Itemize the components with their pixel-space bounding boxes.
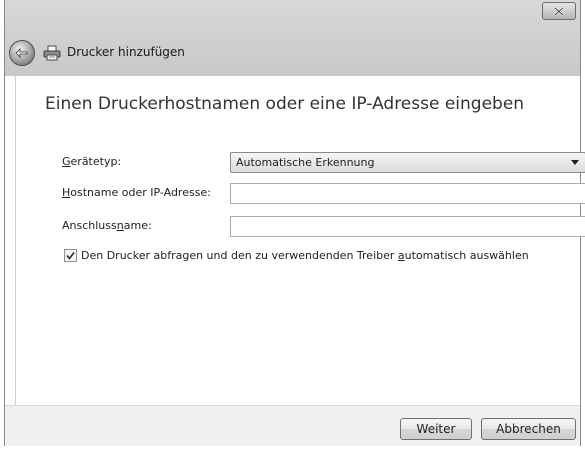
port-name-label-text: ame: bbox=[123, 219, 152, 232]
device-type-label-text: erätetyp: bbox=[70, 155, 122, 168]
back-arrow-icon bbox=[15, 48, 28, 58]
button-bar: Weiter Abbrechen bbox=[5, 405, 580, 446]
add-printer-dialog: Drucker hinzufügen Einen Druckerhostname… bbox=[4, 0, 585, 446]
close-icon bbox=[554, 6, 564, 16]
port-name-input[interactable] bbox=[230, 216, 585, 237]
checkmark-icon bbox=[66, 252, 75, 260]
query-printer-label[interactable]: Den Drucker abfragen und den zu verwende… bbox=[81, 249, 529, 262]
query-printer-label-text: utomatisch auswählen bbox=[404, 249, 529, 262]
back-button[interactable] bbox=[9, 40, 35, 66]
port-name-label-pre: Anschluss bbox=[62, 219, 117, 232]
window-title: Drucker hinzufügen bbox=[67, 45, 185, 59]
port-name-label: Anschlussname: bbox=[62, 219, 152, 232]
close-button[interactable] bbox=[542, 2, 576, 20]
device-type-value: Automatische Erkennung bbox=[236, 156, 375, 169]
printer-icon bbox=[43, 45, 61, 61]
query-printer-label-pre: Den Drucker abfragen und den zu verwende… bbox=[81, 249, 398, 262]
chevron-down-icon bbox=[571, 160, 579, 165]
device-type-label-accel: G bbox=[62, 155, 71, 168]
device-type-label: Gerätetyp: bbox=[62, 155, 121, 168]
port-name-label-accel: n bbox=[116, 219, 124, 232]
title-bar: Drucker hinzufügen bbox=[5, 0, 580, 76]
query-printer-checkbox[interactable] bbox=[64, 249, 77, 262]
wizard-content: Einen Druckerhostnamen oder eine IP-Adre… bbox=[15, 76, 585, 405]
cancel-button[interactable]: Abbrechen bbox=[481, 418, 576, 440]
hostname-input[interactable] bbox=[230, 183, 585, 204]
hostname-label: Hostname oder IP-Adresse: bbox=[62, 186, 211, 199]
next-button[interactable]: Weiter bbox=[400, 418, 472, 440]
page-heading: Einen Druckerhostnamen oder eine IP-Adre… bbox=[45, 94, 525, 114]
query-printer-label-accel: a bbox=[397, 249, 405, 262]
device-type-select[interactable]: Automatische Erkennung bbox=[230, 152, 585, 173]
hostname-label-text: ostname oder IP-Adresse: bbox=[70, 186, 211, 199]
